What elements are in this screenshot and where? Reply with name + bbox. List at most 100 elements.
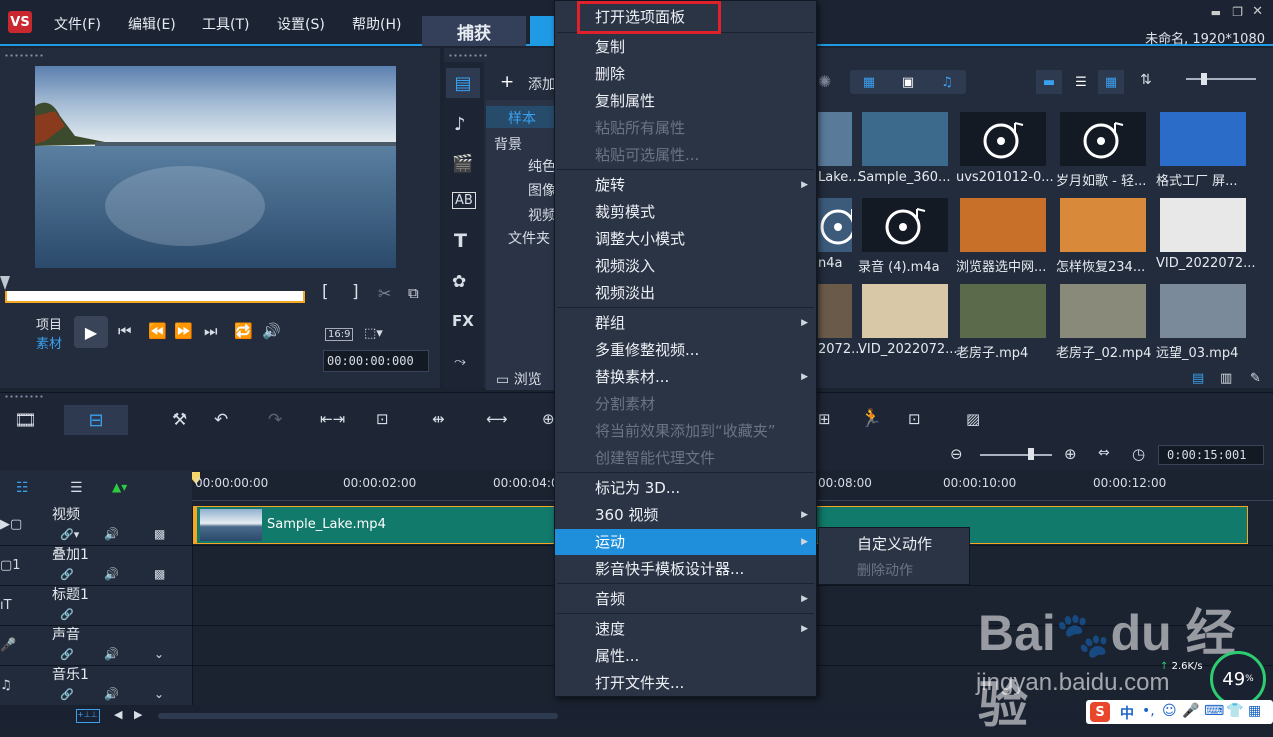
submenu-custom-motion[interactable]: 自定义动作: [819, 531, 969, 557]
cut-icon[interactable]: ✂: [378, 284, 391, 303]
tree-item-image[interactable]: 图像: [528, 180, 556, 200]
context-menu-item[interactable]: 多重修整视频...: [555, 337, 816, 363]
panel-grip[interactable]: [4, 395, 44, 398]
step-back-icon[interactable]: ⏪: [148, 322, 167, 340]
link-icon[interactable]: 🔗: [60, 648, 74, 661]
split-icon[interactable]: ⇹: [432, 410, 445, 428]
layout-icon[interactable]: ▥: [1220, 371, 1232, 386]
ripple-icon[interactable]: ⟷: [486, 410, 508, 428]
prev-frame-icon[interactable]: ⏮: [118, 322, 132, 340]
library-thumbnail[interactable]: Sample_360...: [858, 108, 952, 192]
expand-icon[interactable]: ⌄: [154, 647, 164, 661]
step-forward-icon[interactable]: ⏩: [174, 322, 193, 340]
context-menu-item[interactable]: 速度 ▶: [555, 616, 816, 642]
context-menu-item[interactable]: 影音快手模板设计器...: [555, 556, 816, 582]
panel-grip[interactable]: [448, 54, 488, 57]
skin-icon[interactable]: 👕: [1226, 703, 1243, 719]
zoom-slider[interactable]: [980, 454, 1052, 456]
library-thumbnail[interactable]: 远望_03.mp4: [1156, 280, 1250, 364]
context-menu-item[interactable]: 复制属性: [555, 88, 816, 114]
context-menu-item[interactable]: 删除: [555, 61, 816, 87]
tree-item-background[interactable]: 背景: [494, 134, 522, 154]
context-menu-item[interactable]: 裁剪模式: [555, 199, 816, 225]
track-mute-icon[interactable]: 🔊: [104, 527, 119, 541]
context-menu-item[interactable]: 视频淡出: [555, 280, 816, 306]
add-marker-icon[interactable]: ▲▾: [112, 480, 127, 494]
context-menu-item[interactable]: 调整大小模式: [555, 226, 816, 252]
add-folder-label[interactable]: 添加: [528, 74, 556, 94]
keyboard-icon[interactable]: ⌨: [1204, 703, 1224, 719]
fit-project-icon[interactable]: ⇔: [1098, 445, 1110, 461]
filter-icon[interactable]: ✺: [818, 72, 831, 91]
ime-mode[interactable]: 中: [1120, 703, 1134, 723]
media-icon[interactable]: ▤: [446, 68, 480, 98]
scroll-left-icon[interactable]: ◀: [114, 708, 122, 721]
tools-icon[interactable]: ⚒: [172, 410, 187, 430]
library-thumbnail[interactable]: 格式工厂 屏...: [1156, 108, 1250, 192]
track-mute-icon[interactable]: 🔊: [104, 647, 119, 661]
expand-icon[interactable]: ⌄: [154, 687, 164, 701]
panel-grip[interactable]: [4, 54, 44, 57]
tree-item-video[interactable]: 视频: [528, 205, 556, 225]
context-menu-item[interactable]: 复制: [555, 34, 816, 60]
context-menu-item[interactable]: 视频淡入: [555, 253, 816, 279]
scroll-thumb[interactable]: [158, 713, 558, 719]
title-icon[interactable]: T: [454, 230, 467, 252]
library-thumbnail[interactable]: n4a: [818, 194, 856, 278]
sogou-logo-icon[interactable]: S: [1090, 702, 1110, 722]
library-thumbnail[interactable]: 2072...: [818, 280, 863, 364]
library-thumbnail[interactable]: 老房子.mp4: [956, 280, 1050, 364]
track-mute-icon[interactable]: 🔊: [104, 567, 119, 581]
browse-button[interactable]: ▭ 浏览: [496, 369, 542, 389]
library-thumbnail[interactable]: Lake...: [818, 108, 861, 192]
library-thumbnail[interactable]: VID_2022072...: [1156, 194, 1256, 278]
instant-project-icon[interactable]: 🎬: [452, 154, 473, 174]
play-button[interactable]: ▶: [74, 316, 108, 348]
close-icon[interactable]: ✕: [1252, 4, 1263, 19]
minimize-icon[interactable]: ▬: [1211, 6, 1221, 19]
repeat-icon[interactable]: 🔁: [234, 322, 253, 340]
motion-tracking-icon[interactable]: 🏃: [860, 408, 882, 429]
track-mute-icon[interactable]: 🔊: [104, 687, 119, 701]
video-filter-icon[interactable]: ▦: [850, 70, 888, 94]
aspect-ratio[interactable]: 16:9: [325, 328, 354, 341]
project-duration[interactable]: 0:00:15:001: [1158, 445, 1264, 465]
graphic-icon[interactable]: ✿: [452, 272, 466, 292]
transition-icon[interactable]: AB: [452, 192, 476, 209]
menu-tools[interactable]: 工具(T): [202, 14, 249, 34]
options-panel-icon[interactable]: ▤: [1192, 371, 1204, 386]
storyboard-view-icon[interactable]: 🎞: [14, 410, 37, 431]
tab-capture[interactable]: 捕获: [422, 16, 526, 46]
insert-icon[interactable]: ⊡: [376, 410, 389, 428]
menu-file[interactable]: 文件(F): [54, 14, 101, 34]
context-menu-item[interactable]: 替换素材... ▶: [555, 364, 816, 390]
context-menu-item[interactable]: 标记为 3D...: [555, 475, 816, 501]
context-menu-item[interactable]: 旋转 ▶: [555, 172, 816, 198]
context-menu-item[interactable]: 360 视频 ▶: [555, 502, 816, 528]
photo-filter-icon[interactable]: ▣: [889, 70, 927, 94]
link-icon[interactable]: 🔗▾: [60, 528, 79, 541]
menu-settings[interactable]: 设置(S): [277, 14, 325, 34]
path-icon[interactable]: ⤳: [454, 352, 466, 370]
punct-icon[interactable]: •,: [1142, 703, 1155, 719]
menu-help[interactable]: 帮助(H): [352, 14, 401, 34]
fit-timeline-icon[interactable]: ⇤⇥: [320, 410, 345, 428]
zoom-fit-icon[interactable]: +⊥⊥: [76, 709, 100, 723]
audio-fx-icon[interactable]: ♪: [454, 114, 466, 135]
library-thumbnail[interactable]: 岁月如歌 - 轻...: [1056, 108, 1150, 192]
undo-icon[interactable]: ↶: [214, 410, 228, 430]
zoom-out-icon[interactable]: ⊖: [950, 445, 963, 463]
sort-icon[interactable]: ⇅: [1140, 72, 1152, 88]
context-menu-item[interactable]: 群组 ▶: [555, 310, 816, 336]
zoom-in-icon[interactable]: ⊕: [1064, 445, 1077, 463]
tree-item-samples[interactable]: 样本: [508, 108, 536, 128]
library-thumbnail[interactable]: uvs201012-0...: [956, 108, 1054, 192]
thumbnail-view-icon[interactable]: ▦: [1098, 70, 1124, 94]
mode-clip[interactable]: 素材: [36, 333, 62, 352]
resize-icon[interactable]: ⬚▾: [364, 326, 383, 341]
link-icon[interactable]: 🔗: [60, 568, 74, 581]
mic-icon[interactable]: 🎤: [1182, 703, 1199, 719]
zoom-handle[interactable]: [1028, 448, 1034, 460]
link-icon[interactable]: 🔗: [60, 608, 74, 621]
fit-icon[interactable]: ⧉: [408, 284, 419, 302]
